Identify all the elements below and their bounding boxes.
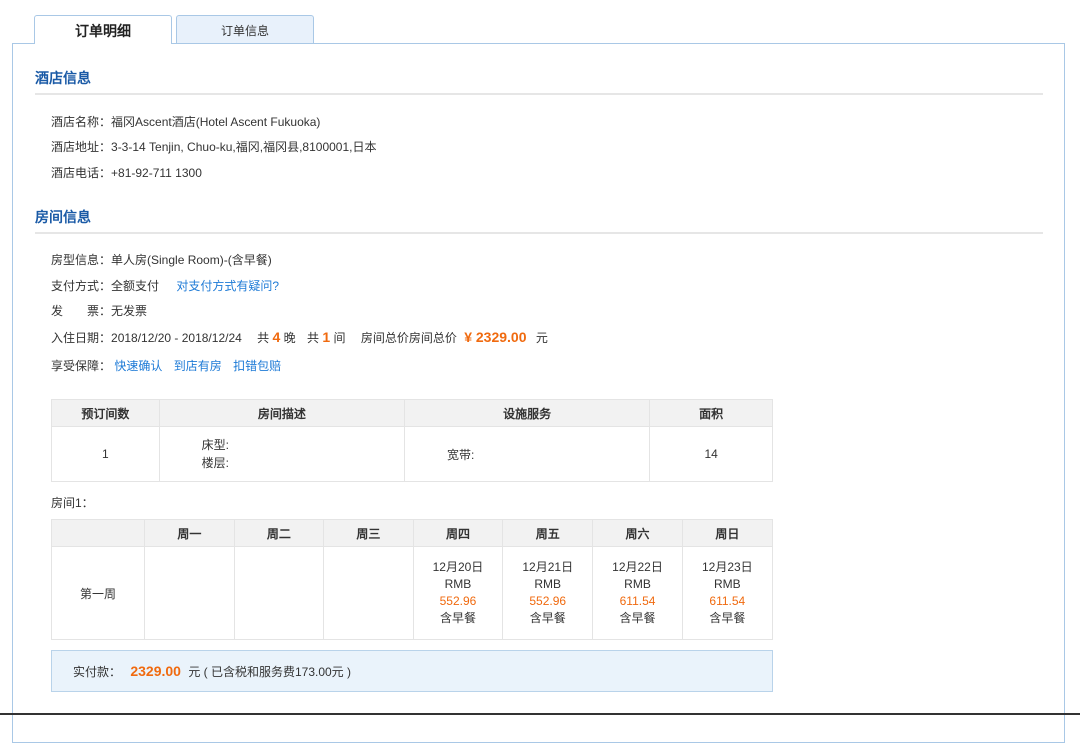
day-date: 12月22日 xyxy=(612,560,663,574)
rooms-count: 1 xyxy=(322,329,331,345)
room1-label: 房间1： xyxy=(51,496,94,510)
room-count-cell: 1 xyxy=(51,426,160,482)
section-divider xyxy=(35,232,1043,234)
room-description-cell: 床型: 楼层: xyxy=(158,426,406,482)
guarantee-fast-confirm-link[interactable]: 快速确认 xyxy=(114,359,162,373)
day-currency: RMB xyxy=(624,577,651,591)
order-detail-panel: 酒店信息 酒店名称：福冈Ascent酒店(Hotel Ascent Fukuok… xyxy=(12,43,1065,743)
day-currency: RMB xyxy=(534,577,562,591)
day-price: 552.96 xyxy=(439,594,477,608)
table-header-row: 预订间数 房间描述 设施服务 面积 xyxy=(51,399,773,427)
day-currency: RMB xyxy=(444,577,472,591)
day-date: 12月21日 xyxy=(522,560,574,574)
guarantee-row: 享受保障： 快速确认 到店有房 扣错包赔 xyxy=(51,357,281,374)
invoice-value: 无发票 xyxy=(111,304,148,318)
day-cell: 12月21日 RMB 552.96 含早餐 xyxy=(502,546,594,640)
nights-prefix: 共 xyxy=(257,331,270,345)
payment-method-row: 支付方式：全额支付 对支付方式有疑问? xyxy=(51,277,279,294)
tab-order-info[interactable]: 订单信息 xyxy=(176,15,314,43)
room-table: 预订间数 房间描述 设施服务 面积 1 床型: 楼层: 宽带: 14 xyxy=(51,399,773,482)
day-currency: RMB xyxy=(713,577,741,591)
invoice-row: 发 票：无发票 xyxy=(51,302,147,319)
nights-count: 4 xyxy=(272,329,281,345)
payment-question-link[interactable]: 对支付方式有疑问? xyxy=(176,279,279,293)
hotel-name-value: 福冈Ascent酒店(Hotel Ascent Fukuoka) xyxy=(111,115,321,129)
day-date: 12月23日 xyxy=(701,560,753,574)
hotel-address-value: 3-3-14 Tenjin, Chuo-ku,福冈,福冈县,8100001,日本 xyxy=(111,140,377,154)
rooms-prefix: 共 xyxy=(307,331,320,345)
tab-order-detail[interactable]: 订单明细 xyxy=(34,15,172,44)
checkin-dates: 2018/12/20 - 2018/12/24 xyxy=(111,331,242,345)
payment-method-value: 全额支付 xyxy=(111,279,160,293)
facility-cell: 宽带: xyxy=(404,426,651,482)
paid-amount-note: 元 ( 已含税和服务费173.00元 ) xyxy=(188,665,352,679)
day-price: 611.54 xyxy=(709,594,746,608)
nights-suffix: 晚 xyxy=(283,331,296,345)
table-header: 周五 xyxy=(502,519,594,547)
table-header: 设施服务 xyxy=(404,399,651,427)
day-meal: 含早餐 xyxy=(529,611,566,625)
hotel-address-row: 酒店地址：3-3-14 Tenjin, Chuo-ku,福冈,福冈县,81000… xyxy=(51,138,376,155)
checkin-label: 入住日期： xyxy=(51,331,112,345)
day-meal: 含早餐 xyxy=(619,611,656,625)
day-date: 12月20日 xyxy=(432,560,484,574)
table-header: 周日 xyxy=(681,519,774,547)
table-header-row: 周一 周二 周三 周四 周五 周六 周日 xyxy=(51,519,774,547)
day-price: 552.96 xyxy=(529,594,567,608)
table-header: 周三 xyxy=(322,519,414,547)
day-cell: 12月23日 RMB 611.54 含早餐 xyxy=(681,546,774,640)
day-cell-empty xyxy=(233,546,324,640)
bed-type-label: 床型: xyxy=(201,438,230,452)
floor-label: 楼层: xyxy=(201,456,230,470)
room-type-value: 单人房(Single Room)-(含早餐) xyxy=(111,253,272,267)
guarantee-room-available-link[interactable]: 到店有房 xyxy=(174,359,222,373)
day-price: 611.54 xyxy=(619,594,656,608)
paid-amount-label: 实付款： xyxy=(73,665,122,679)
rooms-suffix: 间 xyxy=(333,331,346,345)
table-header: 房间描述 xyxy=(158,399,406,427)
table-row: 第一周 12月20日 RMB 552.96 含早餐 12月21日 RMB 552… xyxy=(51,546,774,640)
hotel-phone-value: +81-92-711 1300 xyxy=(111,166,202,180)
day-cell: 12月22日 RMB 611.54 含早餐 xyxy=(592,546,683,640)
day-cell-empty xyxy=(322,546,414,640)
section-divider xyxy=(35,93,1043,95)
room-type-label: 房型信息： xyxy=(51,253,112,267)
table-header: 周一 xyxy=(143,519,235,547)
checkin-row: 入住日期：2018/12/20 - 2018/12/24 共 4 晚 共 1 间… xyxy=(51,329,548,346)
broadband-label: 宽带: xyxy=(447,447,475,462)
day-meal: 含早餐 xyxy=(439,611,476,625)
area-cell: 14 xyxy=(649,426,773,482)
weekly-price-table: 周一 周二 周三 周四 周五 周六 周日 第一周 12月20日 RMB 552.… xyxy=(51,519,774,640)
hotel-section-title: 酒店信息 xyxy=(35,70,91,86)
table-header: 周四 xyxy=(412,519,504,547)
hotel-name-row: 酒店名称：福冈Ascent酒店(Hotel Ascent Fukuoka) xyxy=(51,113,320,130)
day-cell-empty xyxy=(143,546,235,640)
total-price-unit: 元 xyxy=(535,331,548,345)
table-header: 周六 xyxy=(592,519,683,547)
week-label-cell: 第一周 xyxy=(51,546,145,640)
guarantee-label: 享受保障： xyxy=(51,359,112,373)
hotel-phone-row: 酒店电话：+81-92-711 1300 xyxy=(51,164,202,181)
total-price-label: 房间总价房间总价 xyxy=(360,331,457,345)
payment-method-label: 支付方式： xyxy=(51,279,112,293)
table-header: 周二 xyxy=(233,519,324,547)
room-section-title: 房间信息 xyxy=(35,209,91,225)
table-row: 1 床型: 楼层: 宽带: 14 xyxy=(51,426,773,482)
payment-summary-box: 实付款： 2329.00 元 ( 已含税和服务费173.00元 ) xyxy=(51,650,773,692)
day-cell: 12月20日 RMB 552.96 含早餐 xyxy=(412,546,504,640)
room-type-row: 房型信息：单人房(Single Room)-(含早餐) xyxy=(51,251,272,268)
paid-amount-value: 2329.00 xyxy=(130,663,181,679)
total-price-value: ¥ 2329.00 xyxy=(464,329,527,345)
hotel-phone-label: 酒店电话： xyxy=(51,166,112,180)
table-header: 预订间数 xyxy=(51,399,160,427)
day-meal: 含早餐 xyxy=(709,611,746,625)
hotel-name-label: 酒店名称： xyxy=(51,115,112,129)
invoice-label: 发 票： xyxy=(51,304,112,318)
table-header xyxy=(51,519,145,547)
hotel-address-label: 酒店地址： xyxy=(51,140,112,154)
guarantee-compensation-link[interactable]: 扣错包赔 xyxy=(233,359,281,373)
table-header: 面积 xyxy=(649,399,773,427)
